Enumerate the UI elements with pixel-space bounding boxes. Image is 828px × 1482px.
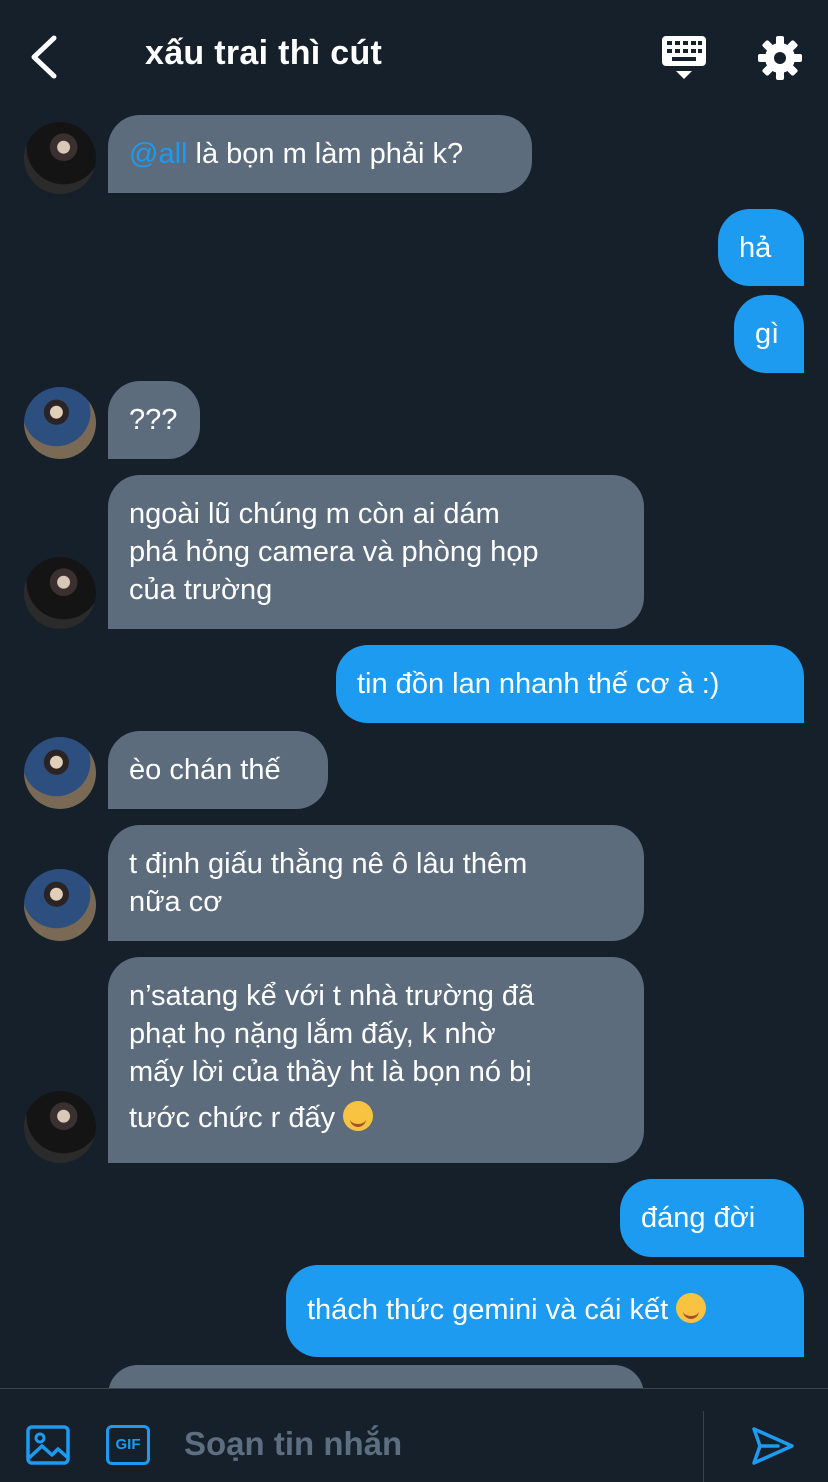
message-text: tin đồn lan nhanh thế cơ à :) xyxy=(357,668,720,700)
divider xyxy=(703,1411,704,1482)
message-composer: GIF xyxy=(0,1388,828,1482)
avatar[interactable] xyxy=(24,737,96,809)
avatar[interactable] xyxy=(24,387,96,459)
message-text-line: n’satang kể với t nhà trường đã xyxy=(129,980,535,1012)
message-text-line: phá hỏng camera và phòng họp xyxy=(129,536,539,568)
back-arrow-icon[interactable] xyxy=(26,32,66,82)
message-input[interactable] xyxy=(184,1421,684,1467)
message-text-line: t định giấu thằng nê ô lâu thêm xyxy=(129,848,528,880)
message-bubble[interactable]: @all là bọn m làm phải k? xyxy=(108,115,532,193)
mention-link[interactable]: @all xyxy=(129,138,187,170)
avatar[interactable] xyxy=(24,122,96,194)
message-bubble[interactable]: n’satang kể với t nhà trường đã phạt họ … xyxy=(108,957,644,1163)
smiling-face-with-hearts-icon xyxy=(343,1101,374,1131)
message-text-line: phạt họ nặng lắm đấy, k nhờ xyxy=(129,1018,496,1050)
keyboard-icon[interactable] xyxy=(660,34,708,80)
gear-icon[interactable] xyxy=(756,34,804,82)
message-text-line: ngoài lũ chúng m còn ai dám xyxy=(129,498,500,530)
avatar[interactable] xyxy=(24,557,96,629)
message-text-line-with-emoji: tước chức r đấy xyxy=(129,1099,623,1137)
message-bubble[interactable]: t định giấu thằng nê ô lâu thêm nữa cơ xyxy=(108,825,644,941)
message-bubble[interactable] xyxy=(108,1365,644,1388)
gif-button[interactable]: GIF xyxy=(106,1425,150,1465)
message-bubble[interactable]: ngoài lũ chúng m còn ai dám phá hỏng cam… xyxy=(108,475,644,629)
avatar[interactable] xyxy=(24,1091,96,1163)
message-text: èo chán thế xyxy=(129,754,281,786)
message-text: ??? xyxy=(129,404,178,436)
message-bubble[interactable]: hả xyxy=(718,209,804,286)
message-bubble[interactable]: èo chán thế xyxy=(108,731,328,809)
message-text: hả xyxy=(739,232,772,264)
message-bubble[interactable]: đáng đời xyxy=(620,1179,804,1257)
send-icon[interactable] xyxy=(750,1425,796,1467)
message-text: gì xyxy=(755,318,780,350)
message-text-line: mấy lời của thầy ht là bọn nó bị xyxy=(129,1056,532,1088)
winking-face-icon xyxy=(676,1293,707,1323)
message-text: thách thức gemini và cái kết xyxy=(307,1294,669,1326)
message-list[interactable]: @all là bọn m làm phải k? hả gì ??? ngoà… xyxy=(0,110,828,1388)
message-bubble[interactable]: thách thức gemini và cái kết xyxy=(286,1265,804,1357)
message-text: là bọn m làm phải k? xyxy=(187,138,464,170)
message-bubble[interactable]: gì xyxy=(734,295,804,373)
image-icon[interactable] xyxy=(26,1425,70,1465)
message-bubble[interactable]: tin đồn lan nhanh thế cơ à :) xyxy=(336,645,804,723)
message-bubble[interactable]: ??? xyxy=(108,381,200,459)
message-text: đáng đời xyxy=(641,1202,756,1234)
chat-header: xấu trai thì cút xyxy=(0,0,828,110)
message-text-line: của trường xyxy=(129,574,273,606)
conversation-title: xấu trai thì cút xyxy=(145,34,383,72)
message-text: tước chức r đấy xyxy=(129,1102,336,1134)
message-text-line: nữa cơ xyxy=(129,886,223,918)
avatar[interactable] xyxy=(24,869,96,941)
